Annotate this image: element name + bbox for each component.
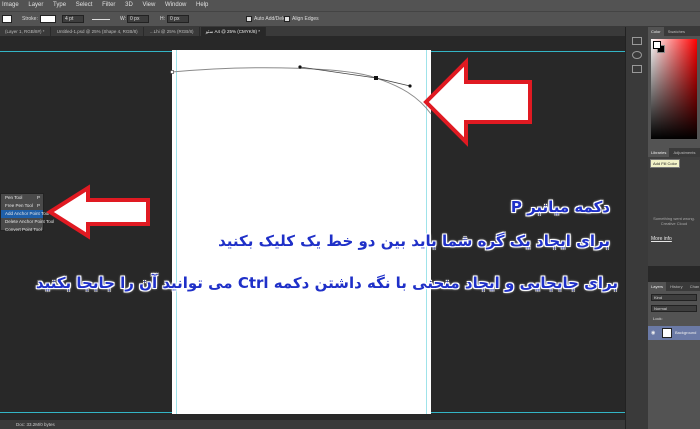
tab-adjustments[interactable]: Adjustments (670, 148, 698, 157)
foreground-color-swatch[interactable] (653, 41, 661, 49)
history-icon[interactable] (632, 37, 642, 45)
anchor-point[interactable] (374, 76, 378, 80)
layer-thumbnail (662, 328, 672, 338)
blend-mode-dropdown[interactable]: Normal (651, 305, 697, 312)
layer-row[interactable]: ◉ Background (648, 326, 700, 340)
tooltip: Add Fill Color (650, 159, 681, 168)
tab-color[interactable]: Color (648, 27, 664, 36)
bezier-path[interactable] (171, 67, 432, 115)
color-panel: Color Swatches (648, 27, 700, 148)
color-panel-tabs: Color Swatches (648, 27, 700, 36)
tab-channels[interactable]: Chan (687, 282, 700, 291)
panel-icon-strip (625, 27, 648, 429)
red-arrow-icon (423, 57, 532, 147)
doc-size: Doc: 33.2M/0 bytes (16, 422, 55, 427)
tab-swatches[interactable]: Swatches (665, 27, 688, 36)
handle-point[interactable] (408, 84, 412, 88)
properties-icon[interactable] (632, 51, 642, 59)
layers-panel: Layers History Chan Kind Normal Lock: ◉ … (648, 282, 700, 429)
libraries-panel: Libraries Adjustments Add Fill Color Som… (648, 148, 700, 266)
tab-layers[interactable]: Layers (648, 282, 667, 291)
libraries-panel-tabs: Libraries Adjustments (648, 148, 700, 157)
red-arrow-icon (46, 184, 150, 240)
status-bar: Doc: 33.2M/0 bytes (0, 420, 625, 429)
annotation-line-2: برای جابجایی و ایجاد منحنی با نگه داشتن … (35, 274, 618, 292)
annotation-title: دکمه میانبر P (510, 198, 610, 216)
visibility-eye-icon[interactable]: ◉ (651, 326, 655, 340)
layer-name: Background (675, 330, 697, 335)
anchor-point[interactable] (170, 70, 174, 74)
layer-kind-filter[interactable]: Kind (651, 294, 697, 301)
libraries-message: Something went wrong. Creative Cloud (653, 216, 695, 226)
direction-handle-line (299, 66, 377, 79)
layers-panel-tabs: Layers History Chan (648, 282, 700, 291)
lock-label: Lock: (653, 316, 663, 321)
tab-history[interactable]: History (667, 282, 685, 291)
more-info-link[interactable]: More info (651, 236, 672, 242)
tab-libraries[interactable]: Libraries (648, 148, 670, 157)
annotation-line-1: برای ایجاد یک گره شما باید بین دو خط یک … (218, 232, 610, 250)
handle-point[interactable] (298, 65, 302, 69)
brush-icon[interactable] (632, 65, 642, 73)
color-picker-field[interactable] (651, 39, 697, 139)
